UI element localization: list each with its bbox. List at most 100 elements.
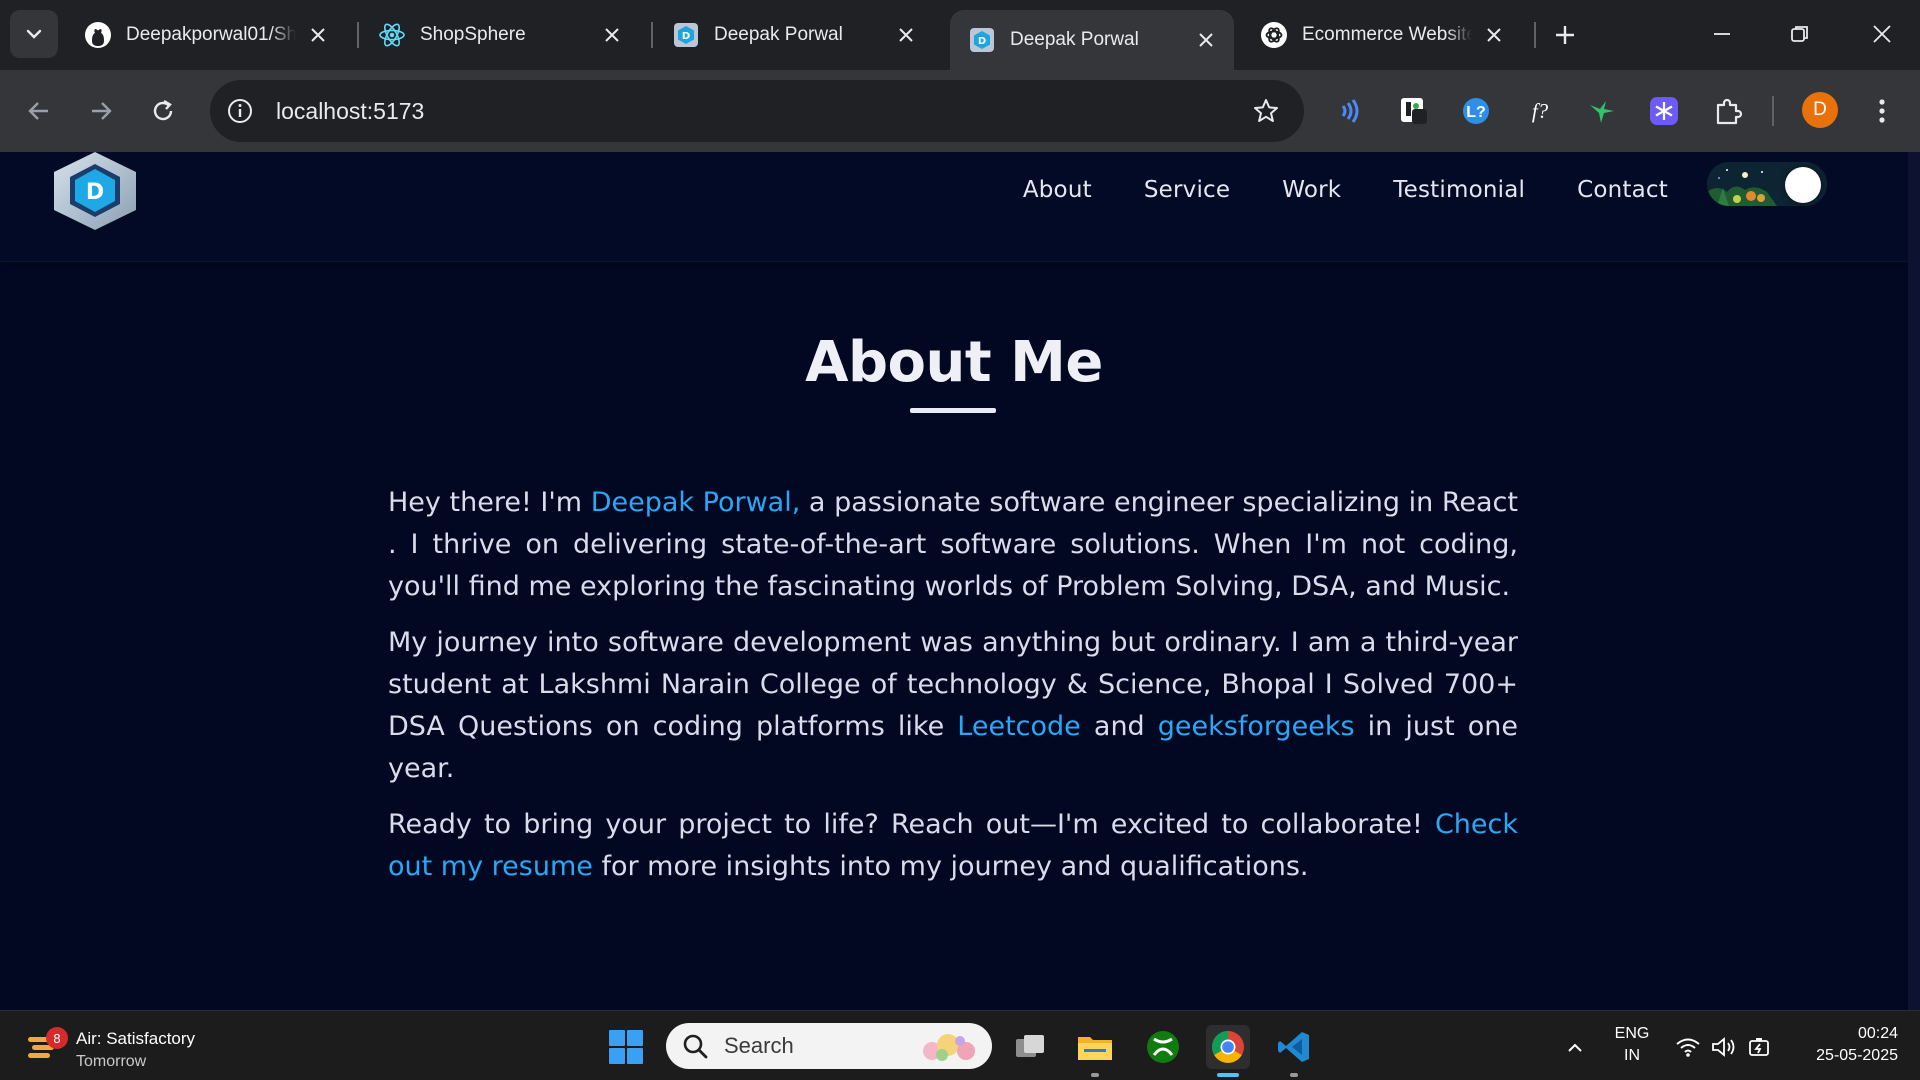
tab-separator (1534, 22, 1536, 48)
nav-link-work[interactable]: Work (1282, 177, 1341, 203)
chrome-icon[interactable] (1206, 1025, 1250, 1077)
search-placeholder: Search (724, 1033, 794, 1058)
lang-line-2: IN (1624, 1047, 1640, 1064)
text-segment: Ready to bring your project to life? Rea… (388, 809, 1435, 840)
close-icon[interactable] (892, 21, 920, 49)
file-explorer-icon[interactable] (1073, 1025, 1117, 1077)
chatgpt-icon (1260, 21, 1288, 49)
browser-tab-bar: Deepakporwal01/Sh ShopSphere D Deepak Po… (0, 0, 1920, 70)
tab-title: Ecommerce Website (1302, 24, 1472, 45)
close-icon[interactable] (1480, 21, 1508, 49)
vscode-icon[interactable] (1272, 1025, 1316, 1077)
close-icon[interactable] (598, 21, 626, 49)
restore-button[interactable] (1780, 14, 1820, 54)
wifi-icon[interactable] (1674, 1033, 1702, 1061)
search-highlight-illustration (923, 1034, 975, 1061)
clock-time: 00:24 (1857, 1025, 1898, 1042)
page-scrollbar[interactable] (1908, 152, 1920, 1010)
tab-title: Deepak Porwal (1010, 29, 1139, 50)
toolbar-separator (1772, 96, 1774, 126)
chevron-up-icon[interactable] (1560, 1033, 1590, 1063)
leetcode-link[interactable]: Leetcode (957, 711, 1081, 742)
weather-widget[interactable]: 8 Air: Satisfactory Tomorrow (26, 1023, 226, 1071)
forward-button[interactable] (80, 90, 122, 132)
text-segment: and (1080, 711, 1158, 742)
browser-tab-active[interactable]: D Deepak Porwal (950, 10, 1234, 70)
highlighted-name: Deepak Porwal, (590, 487, 801, 518)
address-bar[interactable]: localhost:5173 (210, 80, 1304, 142)
puzzle-icon[interactable] (1706, 89, 1750, 133)
browser-tab[interactable]: Deepakporwal01/Sh (66, 10, 346, 60)
battery-charging-icon[interactable] (1746, 1033, 1774, 1061)
tab-title: Deepakporwal01/Sh (126, 24, 296, 45)
tab-title: Deepak Porwal (714, 24, 843, 45)
xbox-icon[interactable] (1141, 1025, 1185, 1069)
windows-taskbar: 8 Air: Satisfactory Tomorrow Search ENG … (0, 1010, 1920, 1080)
theme-toggle-knob (1785, 167, 1821, 203)
profile-avatar[interactable]: D (1802, 92, 1838, 128)
title-underline (910, 408, 996, 413)
geeksforgeeks-link[interactable]: geeksforgeeks (1158, 711, 1355, 742)
input-language[interactable]: ENG IN (1612, 1023, 1652, 1067)
text-segment: for more insights into my journey and qu… (592, 851, 1309, 882)
formula-icon[interactable]: f? (1518, 89, 1562, 133)
nav-link-about[interactable]: About (1023, 177, 1092, 203)
plus-icon (1556, 26, 1574, 44)
tab-separator (651, 22, 653, 48)
lang-line-1: ENG (1614, 1025, 1650, 1042)
dark-reader-icon[interactable] (1392, 89, 1436, 133)
close-window-button[interactable] (1862, 14, 1902, 54)
react-icon (378, 21, 406, 49)
nav-link-service[interactable]: Service (1144, 177, 1230, 203)
taskbar-search[interactable]: Search (666, 1023, 992, 1069)
more-menu-icon[interactable] (1860, 89, 1904, 133)
about-text: Hey there! I'm Deepak Porwal, a passiona… (388, 482, 1518, 902)
page-viewport: D About Service Work Testimonial Contact… (0, 152, 1908, 1010)
close-icon (1873, 25, 1891, 43)
tab-search-button[interactable] (10, 10, 58, 58)
about-paragraph-2: My journey into software development was… (388, 622, 1518, 790)
theme-toggle[interactable] (1707, 162, 1827, 206)
start-button[interactable] (604, 1025, 648, 1069)
close-icon[interactable] (304, 21, 332, 49)
system-clock[interactable]: 00:24 25-05-2025 (1788, 1023, 1898, 1067)
lingq-icon[interactable]: L? (1454, 89, 1498, 133)
task-view-icon[interactable] (1008, 1025, 1052, 1069)
running-indicator (1290, 1073, 1298, 1077)
browser-toolbar: localhost:5173 L? f? D (0, 70, 1920, 152)
about-paragraph-1: Hey there! I'm Deepak Porwal, a passiona… (388, 482, 1518, 608)
reload-button[interactable] (142, 90, 184, 132)
arrow-left-icon (28, 102, 48, 120)
snowflake-extension-icon[interactable] (1642, 89, 1686, 133)
svg-text:D: D (682, 31, 690, 42)
browser-tab[interactable]: ShopSphere (360, 10, 640, 60)
back-button[interactable] (18, 90, 60, 132)
minimize-button[interactable] (1702, 14, 1742, 54)
svg-text:L?: L? (1466, 104, 1486, 121)
nav-link-testimonial[interactable]: Testimonial (1393, 177, 1525, 203)
svg-text:f?: f? (1532, 99, 1549, 123)
star-icon[interactable] (1250, 95, 1282, 127)
active-indicator (1217, 1073, 1239, 1077)
restore-icon (1791, 26, 1808, 42)
notification-badge: 8 (46, 1027, 68, 1049)
about-title: About Me (805, 330, 1103, 395)
weather-line-1: Air: Satisfactory (76, 1029, 196, 1048)
nav-link-contact[interactable]: Contact (1577, 177, 1668, 203)
chevron-down-icon (26, 29, 42, 39)
text-segment: Hey there! I'm (388, 487, 591, 518)
running-indicator (1091, 1073, 1099, 1077)
tab-separator (357, 22, 359, 48)
site-logo[interactable]: D (50, 152, 140, 232)
browser-tab[interactable]: D Deepak Porwal (654, 10, 934, 60)
new-tab-button[interactable] (1548, 18, 1582, 52)
minimize-icon (1714, 33, 1730, 35)
site-info-icon[interactable] (222, 93, 258, 129)
close-icon[interactable] (1192, 26, 1220, 54)
wave-extension-icon[interactable] (1328, 89, 1372, 133)
github-icon (84, 21, 112, 49)
site-navbar: D About Service Work Testimonial Contact (0, 152, 1908, 262)
hummingbird-icon[interactable] (1580, 89, 1624, 133)
browser-tab[interactable]: Ecommerce Website (1242, 10, 1522, 60)
volume-icon[interactable] (1710, 1033, 1738, 1061)
